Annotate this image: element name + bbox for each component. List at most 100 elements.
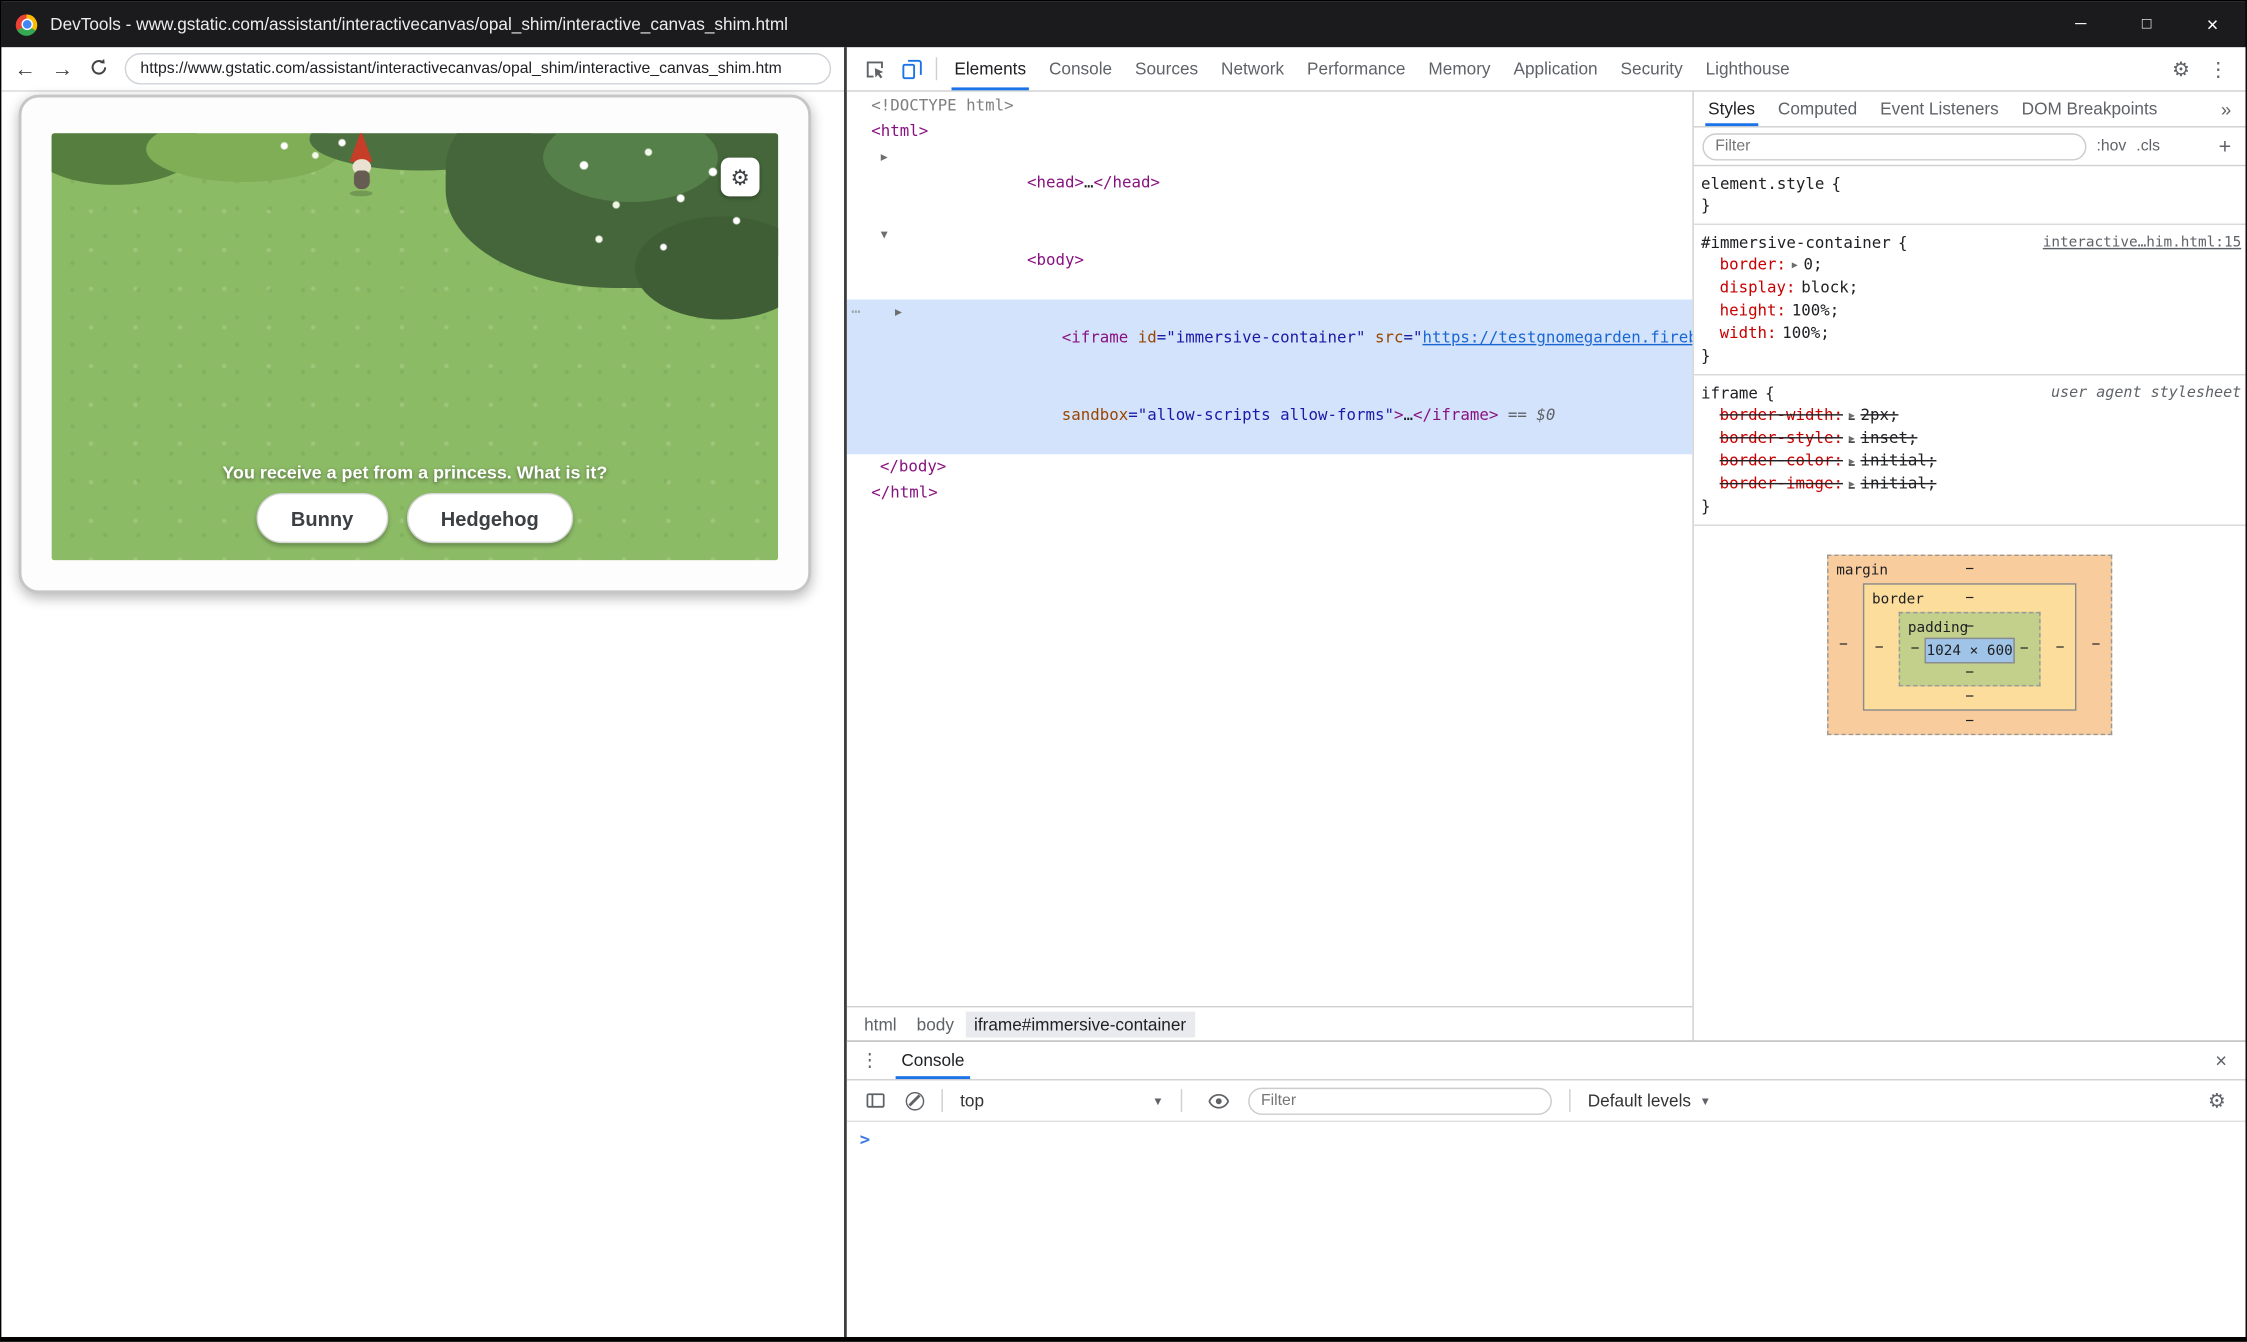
scale-root: DevTools - www.gstatic.com/assistant/int…	[0, 0, 2247, 1341]
tab-security[interactable]: Security	[1609, 47, 1694, 90]
tab-elements[interactable]: Elements	[943, 47, 1038, 90]
inspect-element-icon[interactable]	[856, 50, 893, 87]
css-property-overridden[interactable]: border-color:▶initial;	[1694, 450, 2246, 473]
toggle-class-button[interactable]: .cls	[2136, 138, 2160, 155]
maximize-button[interactable]: □	[2114, 1, 2180, 47]
stylesheet-source-link[interactable]: interactive…him.html:15	[2043, 232, 2241, 253]
dom-html-open[interactable]: <html>	[847, 119, 1692, 145]
console-output[interactable]: >	[847, 1122, 2246, 1337]
user-agent-stylesheet-label: user agent stylesheet	[2051, 383, 2241, 404]
node-menu-dots-icon[interactable]: ⋯	[851, 299, 859, 325]
minimize-button[interactable]: ─	[2048, 1, 2114, 47]
box-model-diagram: margin − − − − border − − − −	[1694, 526, 2246, 755]
rule-iframe-ua: user agent stylesheet iframe{ border-wid…	[1694, 375, 2246, 525]
tab-styles[interactable]: Styles	[1697, 92, 1767, 126]
log-levels-select[interactable]: Default levels ▼	[1588, 1091, 1711, 1111]
bunny-button[interactable]: Bunny	[256, 493, 387, 543]
answer-choices: Bunny Hedgehog	[52, 493, 779, 543]
dom-tree: <!DOCTYPE html> <html> ▶<head>…</head> ▼…	[847, 92, 1692, 1006]
expand-shorthand-icon[interactable]: ▶	[1849, 433, 1855, 444]
console-settings-gear-icon[interactable]: ⚙	[2198, 1082, 2235, 1119]
live-expression-eye-icon[interactable]	[1199, 1082, 1236, 1119]
dom-iframe-line1[interactable]: ⋯▶<iframe id="immersive-container" src="…	[847, 299, 1692, 376]
expand-shorthand-icon[interactable]: ▶	[1849, 479, 1855, 490]
tab-application[interactable]: Application	[1502, 47, 1609, 90]
close-drawer-icon[interactable]: ×	[2203, 1049, 2240, 1072]
url-input[interactable]	[125, 53, 831, 85]
gnome-hat	[350, 133, 373, 162]
gnome-body	[354, 171, 370, 190]
css-property[interactable]: width:100%;	[1694, 322, 2246, 345]
dom-body-close[interactable]: </body>	[847, 454, 1692, 480]
devtools-pane: Elements Console Sources Network Perform…	[847, 47, 2246, 1337]
console-sidebar-icon[interactable]	[857, 1082, 894, 1119]
tab-sources[interactable]: Sources	[1124, 47, 1210, 90]
dom-iframe-selected[interactable]: ⋯▶<iframe id="immersive-container" src="…	[847, 299, 1692, 454]
dom-doctype[interactable]: <!DOCTYPE html>	[847, 93, 1692, 119]
refresh-icon[interactable]	[89, 57, 109, 81]
css-property-overridden[interactable]: border-style:▶inset;	[1694, 427, 2246, 450]
expand-shorthand-icon[interactable]: ▶	[1792, 259, 1798, 270]
console-filter-input[interactable]	[1248, 1087, 1552, 1114]
crumb-iframe[interactable]: iframe#immersive-container	[965, 1011, 1194, 1037]
tab-lighthouse[interactable]: Lighthouse	[1694, 47, 1801, 90]
gear-icon: ⚙	[730, 164, 749, 190]
kebab-menu-icon[interactable]: ⋮	[2200, 50, 2237, 87]
tab-event-listeners[interactable]: Event Listeners	[1869, 92, 2010, 126]
tab-console[interactable]: Console	[1038, 47, 1124, 90]
clear-console-icon[interactable]	[906, 1091, 925, 1110]
expand-shorthand-icon[interactable]: ▶	[1849, 410, 1855, 421]
execution-context-select[interactable]: top ▼	[960, 1091, 1163, 1111]
window-controls: ─ □ ×	[2048, 1, 2246, 47]
css-property-overridden[interactable]: border-width:▶2px;	[1694, 404, 2246, 427]
iframe-src-link[interactable]: https://testgnomegarden.firebaseapp.com	[1422, 328, 1692, 347]
tab-overflow-chevron-icon[interactable]: »	[2209, 98, 2242, 119]
device-toolbar-icon[interactable]	[893, 50, 930, 87]
back-icon[interactable]: ←	[14, 58, 35, 79]
dom-iframe-line2[interactable]: sandbox="allow-scripts allow-forms">…</i…	[847, 377, 1692, 454]
expand-arrow-icon[interactable]: ▶	[891, 299, 905, 325]
hedgehog-button[interactable]: Hedgehog	[406, 493, 573, 543]
toggle-pseudo-button[interactable]: :hov	[2096, 138, 2126, 155]
expand-shorthand-icon[interactable]: ▶	[1849, 456, 1855, 467]
close-window-button[interactable]: ×	[2180, 1, 2246, 47]
tab-dom-breakpoints[interactable]: DOM Breakpoints	[2010, 92, 2169, 126]
css-property[interactable]: display:block;	[1694, 277, 2246, 300]
forward-icon[interactable]: →	[52, 58, 73, 79]
selector-immersive-container: #immersive-container	[1701, 234, 1891, 253]
css-property-overridden[interactable]: border-image:▶initial;	[1694, 473, 2246, 496]
devtools-toolbar: Elements Console Sources Network Perform…	[847, 47, 2246, 91]
console-toolbar: top ▼ Default levels ▼ ⚙	[847, 1080, 2246, 1122]
game-viewport: ⚙ You receive a pet from a princess. Wha…	[52, 133, 779, 560]
expand-arrow-icon[interactable]: ▶	[877, 145, 891, 171]
styles-filter-input[interactable]	[1702, 133, 2086, 160]
dom-body-open[interactable]: ▼<body>	[847, 222, 1692, 299]
dom-head[interactable]: ▶<head>…</head>	[847, 145, 1692, 222]
console-tab-bar: ⋮ Console ×	[847, 1042, 2246, 1081]
css-property[interactable]: height:100%;	[1694, 299, 2246, 322]
tab-console-drawer[interactable]: Console	[887, 1042, 979, 1079]
tab-performance[interactable]: Performance	[1296, 47, 1417, 90]
collapse-arrow-icon[interactable]: ▼	[877, 222, 891, 248]
tab-computed[interactable]: Computed	[1766, 92, 1868, 126]
crumb-body[interactable]: body	[908, 1011, 962, 1037]
dom-html-close[interactable]: </html>	[847, 480, 1692, 506]
settings-gear-icon[interactable]: ⚙	[2162, 50, 2199, 87]
tab-network[interactable]: Network	[1210, 47, 1296, 90]
game-settings-button[interactable]: ⚙	[721, 158, 760, 197]
styles-filter-bar: :hov .cls +	[1694, 128, 2246, 167]
box-model-border: border − − − − padding − − −	[1863, 583, 2075, 711]
new-style-rule-button[interactable]: +	[2213, 134, 2237, 158]
css-property[interactable]: border:▶0;	[1694, 254, 2246, 277]
preview-canvas: ⚙ You receive a pet from a princess. Wha…	[1, 92, 844, 1337]
chevron-down-icon: ▼	[1700, 1094, 1711, 1107]
screencast-navbar: ← →	[1, 47, 844, 91]
box-model-margin: margin − − − − border − − − −	[1828, 555, 2112, 736]
drawer-kebab-icon[interactable]: ⋮	[853, 1049, 887, 1072]
elements-panel: <!DOCTYPE html> <html> ▶<head>…</head> ▼…	[847, 92, 1694, 1041]
rule-immersive-container: interactive…him.html:15 #immersive-conta…	[1694, 225, 2246, 375]
box-model-content: 1024 × 600	[1925, 638, 2014, 664]
crumb-html[interactable]: html	[856, 1011, 906, 1037]
tab-memory[interactable]: Memory	[1417, 47, 1502, 90]
selector-element-style: element.style	[1701, 175, 1824, 194]
